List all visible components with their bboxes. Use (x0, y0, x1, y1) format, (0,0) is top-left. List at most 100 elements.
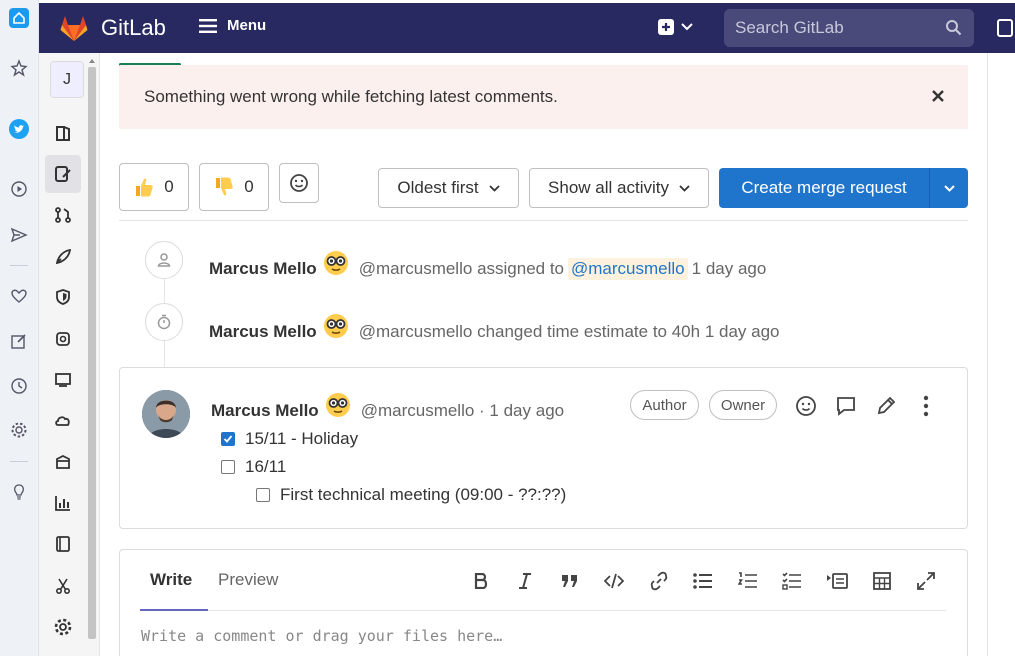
thumbs-up-icon (136, 178, 153, 197)
edit-box-icon[interactable] (9, 331, 29, 351)
active-tab-indicator (140, 609, 208, 611)
sidebar-item-deployments[interactable] (45, 320, 81, 358)
monitor-icon (55, 373, 71, 387)
note-username[interactable]: @marcusmello (359, 322, 473, 342)
book-icon (56, 126, 70, 141)
merge-requests-icon[interactable] (996, 18, 1015, 38)
create-merge-request-button[interactable]: Create merge request (719, 168, 968, 208)
numbered-list-icon[interactable] (737, 570, 759, 592)
note-author[interactable]: Marcus Mello (209, 322, 317, 342)
create-mr-label: Create merge request (741, 178, 907, 197)
rocket-icon (55, 248, 72, 265)
clock-icon[interactable] (9, 376, 29, 396)
close-icon[interactable] (931, 89, 945, 103)
note-author[interactable]: Marcus Mello (211, 401, 319, 421)
task-text: 15/11 - Holiday (245, 429, 359, 448)
thumbs-up-button[interactable]: 0 (119, 163, 189, 211)
tab-write[interactable]: Write (150, 570, 192, 590)
sidebar-item-settings[interactable] (45, 608, 81, 646)
sidebar-item-overview[interactable] (45, 114, 81, 152)
deployments-icon (56, 332, 70, 346)
collapsible-icon[interactable] (826, 570, 848, 592)
chevron-down-icon (488, 184, 500, 192)
comment-textarea[interactable]: Write a comment or drag your files here… (141, 627, 502, 645)
error-alert: Something went wrong while fetching late… (119, 65, 968, 129)
sidebar-item-wiki[interactable] (45, 525, 81, 563)
reply-icon[interactable] (834, 394, 858, 418)
divider (10, 461, 28, 462)
more-actions-icon[interactable] (914, 394, 938, 418)
task-text: First technical meeting (09:00 - ??:??) (280, 485, 567, 504)
note-author[interactable]: Marcus Mello (209, 259, 317, 279)
code-icon[interactable] (603, 570, 625, 592)
sidebar-item-issues[interactable] (45, 155, 81, 193)
sidebar-item-security[interactable] (45, 278, 81, 316)
sidebar-item-merge-requests[interactable] (45, 196, 81, 234)
note-header: Marcus Mello @marcusmello · 1 day ago (211, 393, 564, 424)
plus-square-icon (658, 19, 674, 35)
bold-icon[interactable] (470, 570, 492, 592)
task-item[interactable]: 15/11 - Holiday (221, 429, 358, 449)
lightbulb-icon[interactable] (9, 482, 29, 502)
scissors-icon (55, 578, 71, 595)
add-reaction-button[interactable] (279, 163, 319, 203)
sidebar-item-packages[interactable] (45, 443, 81, 481)
thumbs-down-button[interactable]: 0 (199, 163, 269, 211)
issue-main-content: Something went wrong while fetching late… (100, 53, 1015, 656)
checkbox[interactable] (256, 488, 270, 502)
gitlab-logo-icon[interactable] (59, 13, 89, 43)
note-meta[interactable]: @marcusmello · 1 day ago (361, 401, 564, 421)
star-icon[interactable] (9, 58, 29, 78)
fullscreen-icon[interactable] (915, 570, 937, 592)
sort-dropdown[interactable]: Oldest first (378, 168, 519, 208)
nerd-face-icon (323, 313, 349, 339)
activity-filter-dropdown[interactable]: Show all activity (529, 168, 709, 208)
checkbox-checked[interactable] (221, 432, 235, 446)
new-dropdown-button[interactable] (657, 18, 693, 36)
chart-icon (55, 496, 70, 511)
sidebar-item-analytics[interactable] (45, 484, 81, 522)
link-icon[interactable] (648, 570, 670, 592)
user-mention-link[interactable]: @marcusmello (568, 258, 688, 280)
search-input[interactable]: Search GitLab (724, 9, 974, 47)
pencil-icon[interactable] (874, 394, 898, 418)
sidebar-item-monitor[interactable] (45, 361, 81, 399)
quote-icon[interactable] (559, 570, 581, 592)
sidebar-item-infrastructure[interactable] (45, 402, 81, 440)
search-placeholder: Search GitLab (735, 18, 844, 37)
sidebar-scrollbar[interactable] (88, 67, 96, 639)
note-time: 1 day ago (691, 259, 767, 278)
sidebar-item-ci-cd[interactable] (45, 238, 81, 276)
task-item-nested[interactable]: First technical meeting (09:00 - ??:??) (256, 485, 566, 505)
menu-button[interactable]: Menu (199, 17, 266, 34)
checkbox[interactable] (221, 460, 235, 474)
system-note-assigned: Marcus Mello @marcusmello assigned to @m… (209, 251, 767, 282)
browser-sidebar (0, 0, 39, 656)
avatar[interactable] (142, 390, 190, 438)
smiley-icon (290, 174, 308, 192)
filter-label: Show all activity (548, 178, 669, 197)
thumbs-up-count: 0 (164, 177, 174, 196)
scroll-up-arrow-icon[interactable] (88, 57, 96, 65)
add-reaction-icon[interactable] (794, 394, 818, 418)
tab-preview[interactable]: Preview (218, 570, 278, 590)
send-icon[interactable] (9, 225, 29, 245)
italic-icon[interactable] (514, 570, 536, 592)
twitter-icon[interactable] (9, 119, 29, 139)
bullet-list-icon[interactable] (692, 570, 714, 592)
home-icon[interactable] (9, 8, 29, 28)
task-item[interactable]: 16/11 (221, 457, 286, 477)
wiki-book-icon (56, 536, 70, 552)
table-icon[interactable] (871, 570, 893, 592)
gear-icon[interactable] (9, 420, 29, 440)
top-navbar: GitLab Menu Search GitLab (39, 3, 1015, 53)
heart-icon[interactable] (9, 286, 29, 306)
task-list-icon[interactable] (781, 570, 803, 592)
play-circle-icon[interactable] (9, 179, 29, 199)
brand-name[interactable]: GitLab (101, 15, 166, 41)
create-mr-dropdown-toggle[interactable] (930, 184, 968, 192)
note-username[interactable]: @marcusmello (359, 259, 473, 279)
sidebar-item-snippets[interactable] (45, 567, 81, 605)
project-sidebar: J (39, 53, 100, 656)
project-avatar[interactable]: J (50, 61, 84, 98)
